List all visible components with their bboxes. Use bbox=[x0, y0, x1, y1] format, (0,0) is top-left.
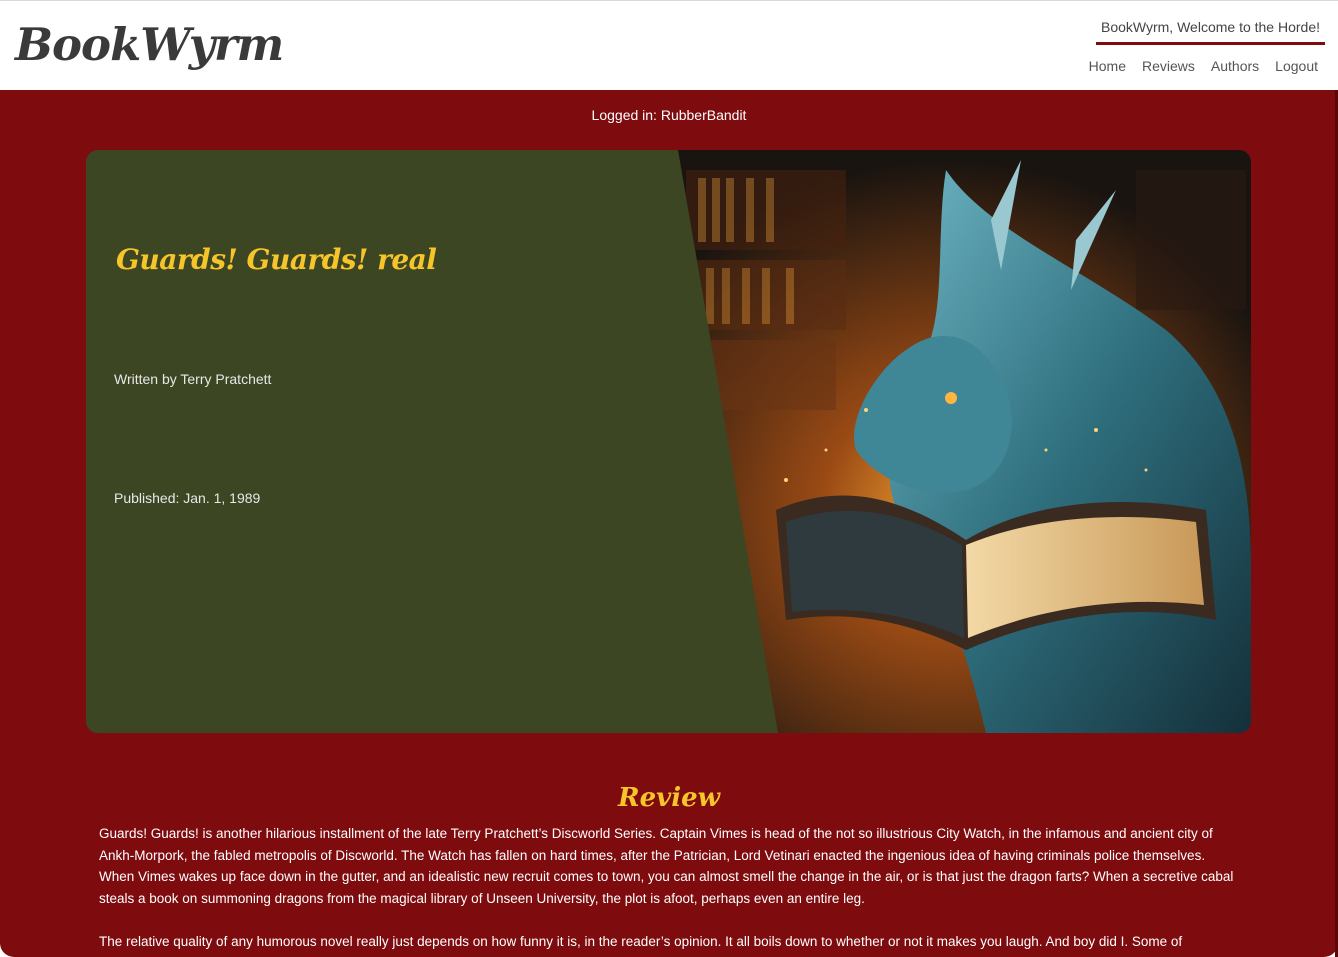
main-content[interactable]: Logged in: RubberBandit Guards! Guards! … bbox=[0, 90, 1338, 957]
site-logo[interactable]: BookWyrm bbox=[15, 15, 284, 75]
main-nav: Home Reviews Authors Logout bbox=[1081, 55, 1326, 77]
nav-home-link[interactable]: Home bbox=[1081, 55, 1134, 77]
nav-reviews-link[interactable]: Reviews bbox=[1134, 55, 1203, 77]
welcome-message: BookWyrm, Welcome to the Horde! bbox=[1096, 16, 1325, 45]
app-window: BookWyrm BookWyrm, Welcome to the Horde!… bbox=[0, 0, 1338, 957]
book-published-date: Published: Jan. 1, 1989 bbox=[114, 490, 261, 506]
nav-authors-link[interactable]: Authors bbox=[1203, 55, 1267, 77]
review-text: Guards! Guards! is another hilarious ins… bbox=[99, 823, 1239, 957]
review-paragraph: The relative quality of any humorous nov… bbox=[99, 933, 1183, 949]
logged-in-status: Logged in: RubberBandit bbox=[591, 107, 747, 123]
book-author: Written by Terry Pratchett bbox=[114, 371, 272, 387]
review-heading: Review bbox=[617, 783, 721, 813]
book-title: Guards! Guards! real bbox=[116, 243, 437, 276]
nav-logout-link[interactable]: Logout bbox=[1267, 55, 1326, 77]
review-paragraph: Guards! Guards! is another hilarious ins… bbox=[99, 826, 1234, 906]
top-navbar: BookWyrm BookWyrm, Welcome to the Horde!… bbox=[0, 0, 1338, 90]
book-hero-card: Guards! Guards! real Written by Terry Pr… bbox=[86, 150, 1251, 733]
